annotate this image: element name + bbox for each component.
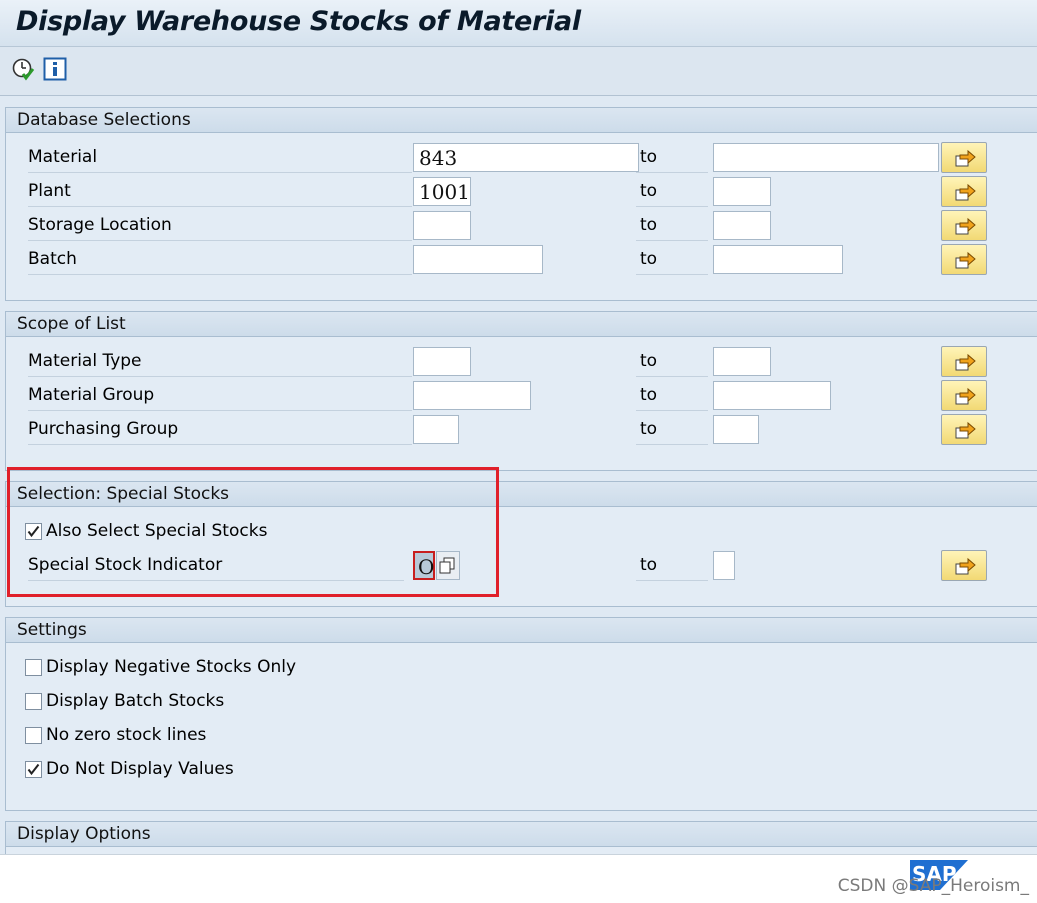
group-title: Settings	[17, 620, 87, 640]
label-material-group: Material Group	[28, 380, 412, 411]
material-to-input[interactable]	[713, 143, 939, 172]
label-purchasing-group: Purchasing Group	[28, 414, 412, 445]
to-label: to	[636, 142, 708, 173]
watermark-text: CSDN @SAP_Heroism_	[837, 876, 1029, 896]
group-header: Scope of List	[6, 312, 1037, 337]
label-batch: Batch	[28, 244, 412, 275]
label-storage-location: Storage Location	[28, 210, 412, 241]
special-stock-indicator-to-input[interactable]	[713, 551, 735, 580]
to-label: to	[636, 346, 708, 377]
purchasing-group-to-input[interactable]	[713, 415, 759, 444]
no-zero-stock-lines-checkbox[interactable]	[25, 727, 42, 744]
material-type-from-input[interactable]	[413, 347, 471, 376]
to-label: to	[636, 380, 708, 411]
group-title: Scope of List	[17, 314, 126, 334]
batch-to-input[interactable]	[713, 245, 843, 274]
display-negative-stocks-only-label: Display Negative Stocks Only	[46, 657, 297, 677]
multiple-selection-arrow-icon	[955, 251, 976, 269]
to-label: to	[636, 414, 708, 445]
label-plant: Plant	[28, 176, 412, 207]
group-header: Database Selections	[6, 108, 1037, 133]
storage-location-from-input[interactable]	[413, 211, 471, 240]
multiple-selection-button[interactable]	[941, 550, 987, 581]
material-type-to-input[interactable]	[713, 347, 771, 376]
multiple-selection-arrow-icon	[955, 183, 976, 201]
highlight-annotation-box	[7, 467, 499, 597]
label-material-type: Material Type	[28, 346, 412, 377]
group-title: Display Options	[17, 824, 151, 844]
checkmark-icon	[27, 763, 40, 776]
multiple-selection-arrow-icon	[955, 217, 976, 235]
multiple-selection-button[interactable]	[941, 244, 987, 275]
multiple-selection-arrow-icon	[955, 387, 976, 405]
multiple-selection-button[interactable]	[941, 380, 987, 411]
display-negative-stocks-only-checkbox[interactable]	[25, 659, 42, 676]
to-label: to	[636, 176, 708, 207]
storage-location-to-input[interactable]	[713, 211, 771, 240]
no-zero-stock-lines-label: No zero stock lines	[46, 725, 207, 745]
do-not-display-values-label: Do Not Display Values	[46, 759, 234, 779]
multiple-selection-arrow-icon	[955, 149, 976, 167]
page-title: Display Warehouse Stocks of Material	[16, 6, 581, 37]
multiple-selection-arrow-icon	[955, 557, 976, 575]
group-header: Display Options	[6, 822, 1037, 847]
multiple-selection-button[interactable]	[941, 414, 987, 445]
to-label: to	[636, 244, 708, 275]
to-label: to	[636, 550, 708, 581]
do-not-display-values-checkbox[interactable]	[25, 761, 42, 778]
multiple-selection-arrow-icon	[955, 353, 976, 371]
display-batch-stocks-checkbox[interactable]	[25, 693, 42, 710]
multiple-selection-arrow-icon	[955, 421, 976, 439]
group-settings: Settings	[5, 617, 1037, 811]
material-from-input[interactable]: 843	[413, 143, 639, 172]
display-batch-stocks-label: Display Batch Stocks	[46, 691, 225, 711]
batch-from-input[interactable]	[413, 245, 543, 274]
execute-clock-icon[interactable]	[11, 57, 35, 81]
material-group-to-input[interactable]	[713, 381, 831, 410]
info-icon[interactable]	[43, 57, 67, 81]
group-header: Settings	[6, 618, 1037, 643]
multiple-selection-button[interactable]	[941, 346, 987, 377]
label-material: Material	[28, 142, 412, 173]
purchasing-group-from-input[interactable]	[413, 415, 459, 444]
multiple-selection-button[interactable]	[941, 176, 987, 207]
title-bar: Display Warehouse Stocks of Material	[0, 0, 1037, 47]
to-label: to	[636, 210, 708, 241]
plant-from-input[interactable]: 1001	[413, 177, 471, 206]
multiple-selection-button[interactable]	[941, 210, 987, 241]
group-title: Database Selections	[17, 110, 191, 130]
material-group-from-input[interactable]	[413, 381, 531, 410]
multiple-selection-button[interactable]	[941, 142, 987, 173]
application-toolbar	[0, 47, 1037, 96]
plant-to-input[interactable]	[713, 177, 771, 206]
